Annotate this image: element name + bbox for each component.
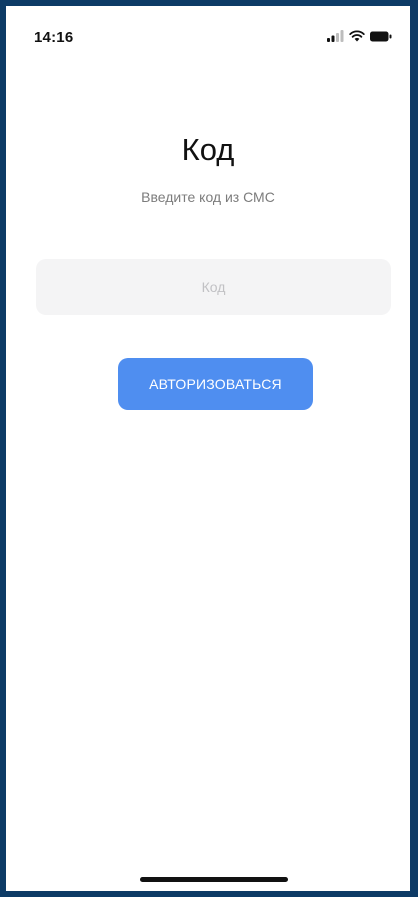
page-title: Код bbox=[181, 132, 235, 167]
device-frame: 14:16 Код Введите код из СМС Код АВТОРИЗ… bbox=[0, 0, 418, 897]
status-icons bbox=[327, 29, 392, 43]
status-bar: 14:16 bbox=[6, 6, 410, 58]
sms-code-input[interactable] bbox=[36, 259, 391, 315]
cellular-signal-icon bbox=[327, 30, 344, 42]
wifi-icon bbox=[349, 30, 365, 42]
login-code-screen: 14:16 Код Введите код из СМС Код АВТОРИЗ… bbox=[6, 6, 410, 891]
home-indicator bbox=[140, 877, 288, 882]
status-time: 14:16 bbox=[34, 29, 74, 46]
authorize-button[interactable]: АВТОРИЗОВАТЬСЯ bbox=[118, 358, 313, 410]
page-subtitle: Введите код из СМС bbox=[141, 189, 275, 205]
battery-icon bbox=[370, 31, 392, 42]
